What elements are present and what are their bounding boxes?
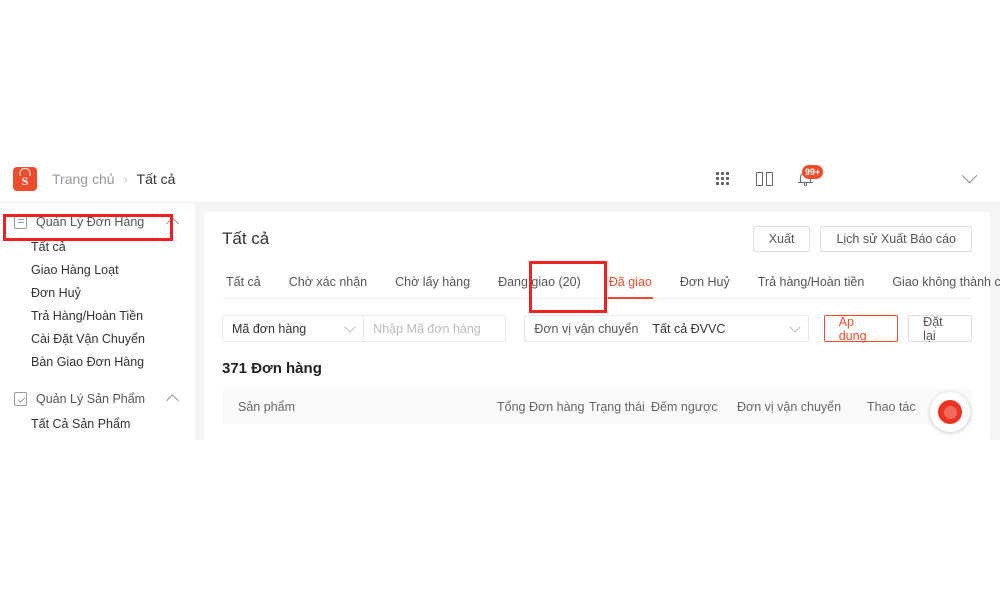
chevron-down-icon [344, 321, 356, 333]
sidebar-group-order-management[interactable]: Quản Lý Đơn Hàng [0, 209, 195, 235]
column-header-product: Sản phẩm [238, 399, 295, 414]
carrier-select-value: Tất cả ĐVVC [652, 321, 726, 336]
page-title: Tất cả [222, 229, 270, 248]
shopee-bag-shape: S [13, 166, 37, 191]
sidebar-item-cai-dat-van-chuyen[interactable]: Cài Đặt Vận Chuyển [0, 327, 195, 350]
sidebar-item-giao-hang-loat[interactable]: Giao Hàng Loạt [0, 258, 195, 281]
main-content: Tất cả Xuất Lịch sử Xuất Báo cáo Tất cả … [195, 203, 1000, 440]
breadcrumb-home-link[interactable]: Trang chủ [52, 171, 115, 187]
sidebar-item-ban-giao-don-hang[interactable]: Bàn Giao Đơn Hàng [0, 350, 195, 373]
column-header-total: Tổng Đơn hàng [497, 399, 585, 414]
export-button[interactable]: Xuất [752, 226, 811, 252]
filter-row: Mã đơn hàng Nhập Mã đơn hàng Đơn vị vận … [222, 315, 972, 343]
tab-giao-khong-thanh-cong[interactable]: Giao không thành công [878, 275, 1000, 298]
tab-cho-lay-hang[interactable]: Chờ lấy hàng [381, 275, 484, 298]
order-count-label: 371 Đơn hàng [222, 360, 322, 377]
sidebar-group-product-management[interactable]: Quản Lý Sản Phẩm [0, 386, 195, 412]
apps-grid-icon[interactable] [706, 163, 738, 195]
chevron-up-icon[interactable] [166, 217, 179, 230]
order-code-input[interactable]: Nhập Mã đơn hàng [364, 315, 507, 342]
content-card: Tất cả Xuất Lịch sử Xuất Báo cáo Tất cả … [204, 212, 1000, 440]
sidebar-item-tat-ca-san-pham[interactable]: Tất Cả Sản Phẩm [0, 412, 195, 435]
app-viewport: S Trang chủ › Tất cả 99+ Quản Lý Đơn Hàn… [0, 155, 1000, 440]
column-header-status: Trạng thái [589, 399, 645, 414]
top-bar: S Trang chủ › Tất cả 99+ [0, 155, 1000, 203]
checkbox-icon [14, 392, 27, 406]
sidebar-item-tat-ca[interactable]: Tất cả [0, 235, 195, 258]
chevron-down-glyph [961, 167, 977, 184]
carrier-select-label: Đơn vị vận chuyển [534, 321, 639, 336]
reset-button[interactable]: Đặt lại [908, 315, 972, 343]
clipboard-icon [14, 215, 27, 229]
tab-dang-giao[interactable]: Đang giao (20) [484, 275, 595, 298]
filter-field-select[interactable]: Mã đơn hàng [222, 315, 365, 342]
breadcrumb: Trang chủ › Tất cả [52, 171, 175, 187]
breadcrumb-separator: › [123, 171, 128, 186]
notification-badge: 99+ [802, 164, 824, 179]
sidebar-group-label: Quản Lý Đơn Hàng [36, 215, 145, 229]
book-glyph [755, 171, 773, 186]
chevron-down-icon[interactable] [952, 163, 986, 195]
sidebar-group-label: Quản Lý Sản Phẩm [36, 392, 146, 406]
sidebar: Quản Lý Đơn Hàng Tất cả Giao Hàng Loạt Đ… [0, 203, 195, 440]
apps-grid-glyph [715, 172, 729, 185]
tab-cho-xac-nhan[interactable]: Chờ xác nhận [275, 275, 381, 298]
tab-tat-ca[interactable]: Tất cả [222, 275, 275, 298]
filter-field-value: Mã đơn hàng [232, 321, 307, 336]
book-icon[interactable] [748, 163, 780, 195]
notification-bell-icon[interactable]: 99+ [790, 163, 824, 195]
logo-letter-s: S [21, 174, 29, 188]
tab-tra-hang-hoan-tien[interactable]: Trả hàng/Hoàn tiền [744, 275, 879, 298]
shopee-logo-icon[interactable]: S [12, 166, 38, 192]
card-header: Tất cả Xuất Lịch sử Xuất Báo cáo [222, 212, 972, 252]
chevron-down-icon [789, 321, 801, 333]
topbar-right-actions: 99+ [706, 163, 1000, 195]
header-actions: Xuất Lịch sử Xuất Báo cáo [752, 226, 972, 252]
record-indicator-icon [938, 400, 962, 424]
chevron-up-icon[interactable] [166, 394, 179, 407]
column-header-countdown: Đếm ngược [651, 399, 718, 414]
sidebar-divider-space [0, 373, 195, 386]
carrier-select[interactable]: Đơn vị vận chuyển Tất cả ĐVVC [524, 315, 809, 342]
sidebar-item-tra-hang-hoan-tien[interactable]: Trả Hàng/Hoàn Tiền [0, 304, 195, 327]
record-button[interactable] [930, 392, 970, 432]
status-tabs: Tất cả Chờ xác nhận Chờ lấy hàng Đang gi… [222, 264, 1000, 299]
column-header-carrier: Đơn vị vận chuyển [737, 399, 842, 414]
tab-don-huy[interactable]: Đơn Huỷ [666, 275, 744, 298]
body-area: Quản Lý Đơn Hàng Tất cả Giao Hàng Loạt Đ… [0, 203, 1000, 440]
apply-button[interactable]: Áp dụng [823, 315, 899, 343]
sidebar-item-don-huy[interactable]: Đơn Huỷ [0, 281, 195, 304]
bag-handle [19, 168, 31, 176]
breadcrumb-current: Tất cả [136, 170, 176, 187]
screenshot-root: S Trang chủ › Tất cả 99+ Quản Lý Đơn Hàn… [0, 0, 1000, 600]
export-history-button[interactable]: Lịch sử Xuất Báo cáo [820, 226, 972, 252]
tab-da-giao[interactable]: Đã giao [595, 275, 666, 299]
table-header-row: Sản phẩm Tổng Đơn hàng Trạng thái Đếm ng… [222, 389, 972, 424]
